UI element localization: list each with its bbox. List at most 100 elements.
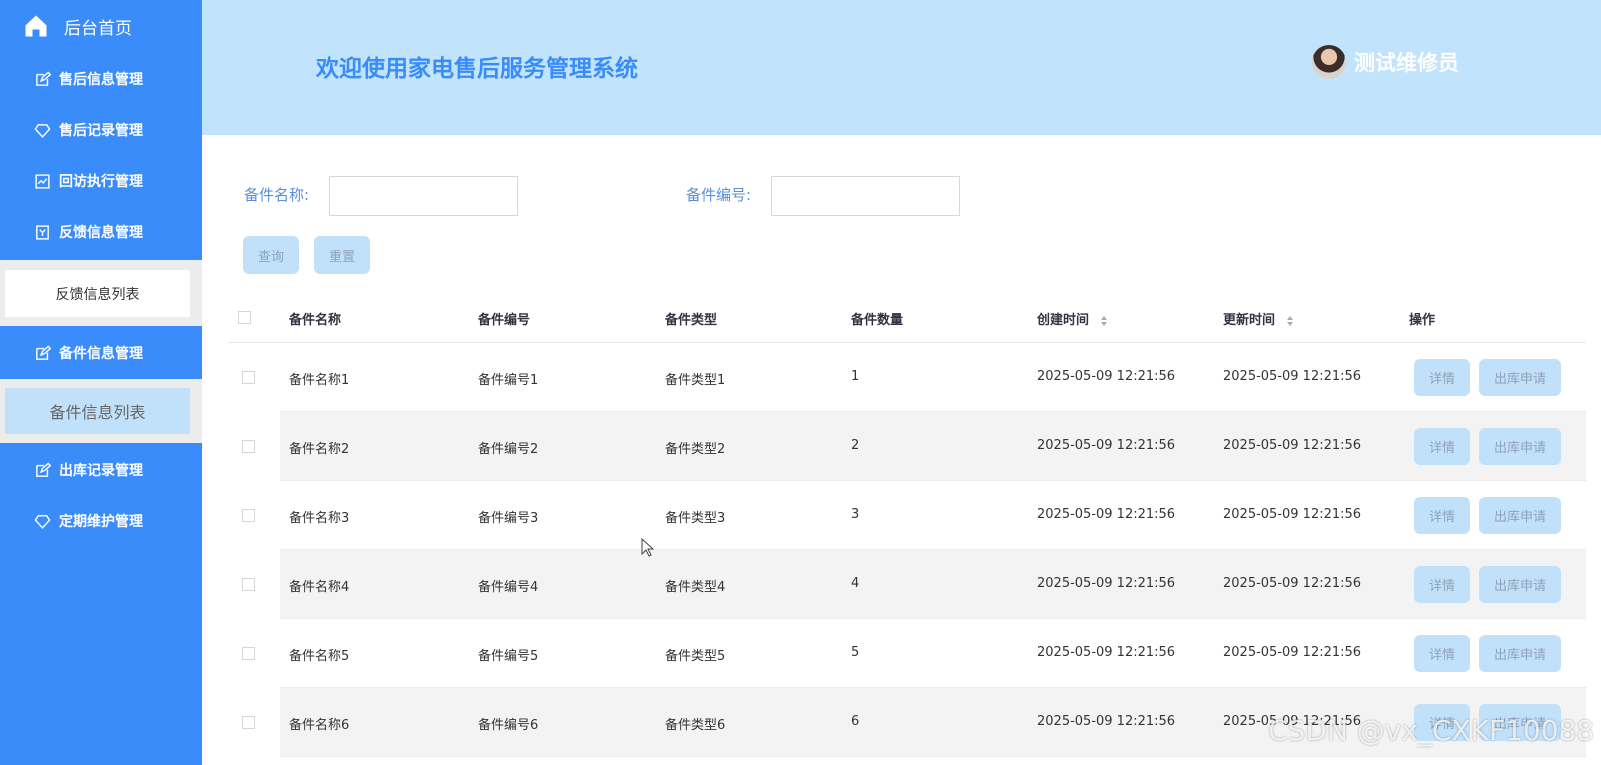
header-part-qty: 备件数量 [851,313,904,328]
cell-created-time: 2025-05-09 12:21:56 [1037,438,1176,453]
mouse-cursor-icon [641,538,654,557]
menu-regular-maintenance[interactable]: 定期维护管理 [0,501,202,541]
cell-part-qty: 4 [851,576,860,591]
edit-icon [36,461,51,477]
row-checkbox[interactable] [242,647,255,660]
outbound-request-button[interactable]: 出库申请 [1479,566,1561,603]
watermark: CSDN @vx_CXKF10088 [1268,714,1595,747]
diamond-icon [34,514,51,529]
cell-part-type: 备件类型2 [665,442,726,457]
cell-part-type: 备件类型3 [665,511,726,526]
home-label: 后台首页 [64,18,132,39]
row-checkbox[interactable] [242,371,255,384]
header-actions: 操作 [1409,313,1436,328]
table-row: 备件名称4 备件编号4 备件类型4 4 2025-05-09 12:21:56 … [228,550,1586,619]
cell-created-time: 2025-05-09 12:21:56 [1037,714,1176,729]
table-row: 备件名称3 备件编号3 备件类型3 3 2025-05-09 12:21:56 … [228,481,1586,550]
menu-parts-info[interactable]: 备件信息管理 [0,333,202,373]
detail-button[interactable]: 详情 [1414,635,1470,672]
part-code-input[interactable] [771,176,960,216]
cell-part-code: 备件编号1 [478,373,539,388]
cell-updated-time: 2025-05-09 12:21:56 [1223,507,1362,522]
reset-button[interactable]: 重置 [314,236,370,274]
table-row: 备件名称2 备件编号2 备件类型2 2 2025-05-09 12:21:56 … [228,412,1586,481]
table-row: 备件名称1 备件编号1 备件类型1 1 2025-05-09 12:21:56 … [228,343,1586,412]
outbound-request-button[interactable]: 出库申请 [1479,497,1561,534]
table-header: 备件名称 备件编号 备件类型 备件数量 创建时间 更新时间 操作 [228,292,1586,343]
menu-label: 定期维护管理 [59,514,143,530]
header-updated-time[interactable]: 更新时间 [1223,309,1294,328]
query-button[interactable]: 查询 [243,236,299,274]
row-checkbox[interactable] [242,440,255,453]
cell-updated-time: 2025-05-09 12:21:56 [1223,438,1362,453]
cell-part-name: 备件名称3 [289,511,350,526]
chart-icon [35,173,50,189]
cell-created-time: 2025-05-09 12:21:56 [1037,369,1176,384]
sub-parts-list[interactable]: 备件信息列表 [5,388,190,434]
cell-created-time: 2025-05-09 12:21:56 [1037,507,1176,522]
cell-part-code: 备件编号5 [478,649,539,664]
cell-part-name: 备件名称6 [289,718,350,733]
menu-after-sales-info[interactable]: 售后信息管理 [0,59,202,99]
cell-part-code: 备件编号4 [478,580,539,595]
top-header: 欢迎使用家电售后服务管理系统 测试维修员 [202,0,1601,135]
detail-button[interactable]: 详情 [1414,566,1470,603]
row-checkbox-cell [228,481,280,550]
cell-part-type: 备件类型6 [665,718,726,733]
menu-label: 回访执行管理 [59,174,143,190]
header-part-code: 备件编号 [478,313,531,328]
sort-icon [1286,315,1293,326]
cell-part-type: 备件类型1 [665,373,726,388]
cell-part-qty: 6 [851,714,860,729]
cell-part-code: 备件编号6 [478,718,539,733]
row-checkbox[interactable] [242,578,255,591]
menu-outbound-record[interactable]: 出库记录管理 [0,450,202,490]
row-checkbox[interactable] [242,509,255,522]
user-menu[interactable]: 测试维修员 [1312,45,1459,79]
sub-feedback-list[interactable]: 反馈信息列表 [5,270,190,317]
row-checkbox-cell [228,412,280,481]
table-row: 备件名称5 备件编号5 备件类型5 5 2025-05-09 12:21:56 … [228,619,1586,688]
menu-label: 售后记录管理 [59,123,143,139]
detail-button[interactable]: 详情 [1414,497,1470,534]
home-link[interactable]: 后台首页 [22,10,132,42]
menu-label: 反馈信息管理 [59,225,143,241]
cell-part-qty: 3 [851,507,860,522]
menu-feedback-info[interactable]: 反馈信息管理 [0,212,202,252]
cell-part-type: 备件类型4 [665,580,726,595]
row-checkbox-cell [228,688,280,757]
outbound-request-button[interactable]: 出库申请 [1479,359,1561,396]
home-icon [25,15,47,37]
cell-part-name: 备件名称4 [289,580,350,595]
cell-created-time: 2025-05-09 12:21:56 [1037,576,1176,591]
select-all-checkbox[interactable] [238,311,251,324]
edit-icon [36,344,51,360]
sort-icon [1100,315,1107,326]
edit-icon [36,70,51,86]
detail-button[interactable]: 详情 [1414,359,1470,396]
detail-button[interactable]: 详情 [1414,428,1470,465]
cell-part-name: 备件名称2 [289,442,350,457]
cell-part-type: 备件类型5 [665,649,726,664]
row-checkbox-cell [228,343,280,412]
outbound-request-button[interactable]: 出库申请 [1479,428,1561,465]
part-name-input[interactable] [329,176,518,216]
menu-label: 售后信息管理 [59,72,143,88]
sidebar: 后台首页 售后信息管理 售后记录管理 回访执行管理 反馈信息管理 反馈信息列表 … [0,0,202,765]
header-part-name: 备件名称 [289,313,342,328]
cell-updated-time: 2025-05-09 12:21:56 [1223,576,1362,591]
row-checkbox[interactable] [242,716,255,729]
cell-updated-time: 2025-05-09 12:21:56 [1223,645,1362,660]
page-title: 欢迎使用家电售后服务管理系统 [316,56,638,82]
row-checkbox-cell [228,550,280,619]
header-label: 更新时间 [1223,313,1276,328]
part-code-label: 备件编号: [686,186,752,204]
menu-return-visit[interactable]: 回访执行管理 [0,161,202,201]
header-created-time[interactable]: 创建时间 [1037,309,1108,328]
user-name: 测试维修员 [1354,51,1459,75]
cell-part-qty: 5 [851,645,860,660]
outbound-request-button[interactable]: 出库申请 [1479,635,1561,672]
menu-after-sales-record[interactable]: 售后记录管理 [0,110,202,150]
avatar [1312,45,1346,79]
document-icon [36,224,49,240]
